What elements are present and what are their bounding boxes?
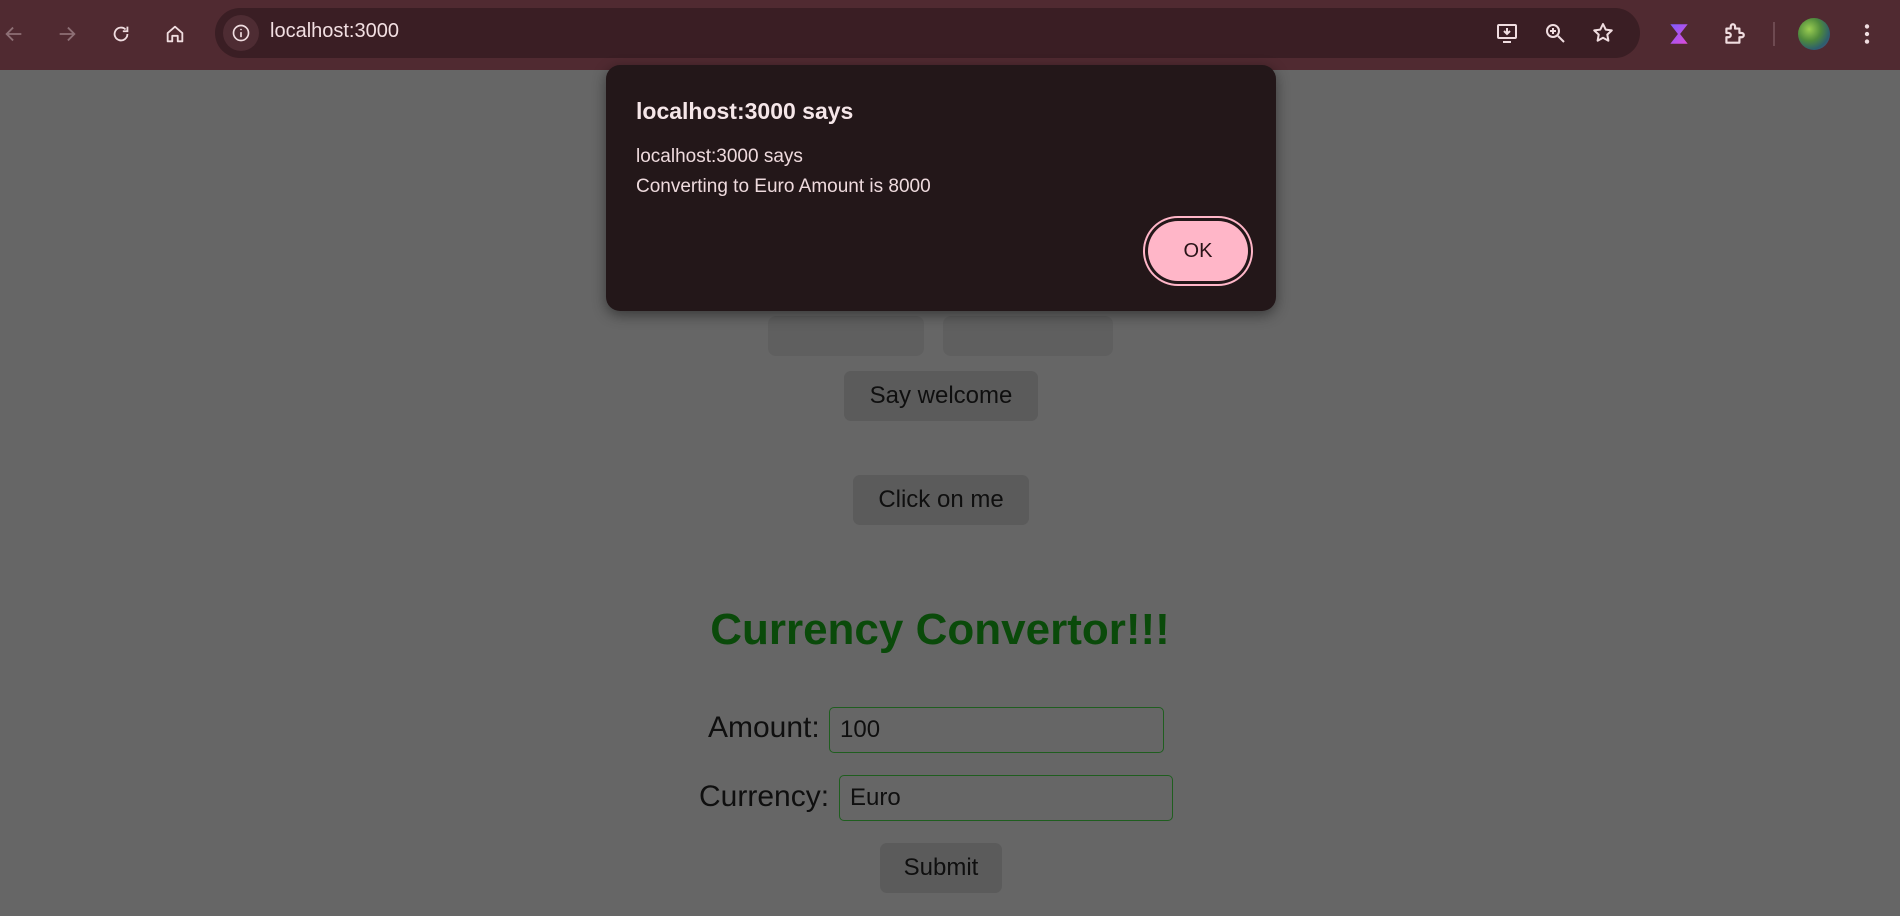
extensions-button[interactable] (1715, 15, 1753, 53)
arrow-left-icon (5, 26, 22, 42)
bookmark-button[interactable] (1589, 19, 1617, 47)
kebab-menu-icon (1864, 24, 1870, 44)
hourglass-icon (1670, 24, 1688, 44)
back-button[interactable] (0, 17, 31, 51)
install-app-icon (1497, 24, 1517, 43)
home-icon (166, 25, 184, 43)
currency-label: Currency: (699, 780, 830, 813)
hidden-button-right[interactable] (943, 316, 1113, 356)
click-on-me-button[interactable]: Click on me (853, 475, 1029, 525)
arrow-right-icon (59, 26, 76, 42)
browser-toolbar: localhost:3000 (0, 0, 1900, 70)
site-info-button[interactable] (223, 15, 259, 51)
reload-button[interactable] (104, 17, 138, 51)
amount-input[interactable]: 100 (829, 707, 1164, 753)
say-welcome-button[interactable]: Say welcome (844, 371, 1038, 421)
page-title: Currency Convertor!!! (710, 605, 1170, 654)
currency-input[interactable]: Euro (839, 775, 1173, 821)
dialog-message-line2: Converting to Euro Amount is 8000 (636, 176, 931, 197)
address-bar[interactable]: localhost:3000 (215, 8, 1640, 58)
reload-icon (113, 26, 129, 42)
dialog-message-line1: localhost:3000 says (636, 146, 803, 167)
alert-dialog: localhost:3000 says localhost:3000 says … (606, 65, 1276, 311)
ok-button[interactable]: OK (1148, 221, 1248, 281)
zoom-icon (1546, 24, 1565, 43)
install-app-button[interactable] (1493, 19, 1521, 47)
forward-button[interactable] (50, 17, 84, 51)
amount-label: Amount: (708, 711, 820, 744)
menu-button[interactable] (1848, 15, 1886, 53)
hidden-button-left[interactable] (768, 316, 924, 356)
star-icon (1593, 23, 1613, 42)
url-text[interactable]: localhost:3000 (270, 20, 399, 43)
extension-app-button[interactable] (1660, 15, 1698, 53)
info-icon (232, 24, 250, 42)
dialog-title: localhost:3000 says (636, 98, 854, 124)
submit-button[interactable]: Submit (880, 843, 1002, 893)
home-button[interactable] (158, 17, 192, 51)
puzzle-icon (1725, 23, 1745, 44)
toolbar-divider (1773, 22, 1775, 46)
avatar[interactable] (1798, 18, 1830, 50)
zoom-button[interactable] (1541, 19, 1569, 47)
